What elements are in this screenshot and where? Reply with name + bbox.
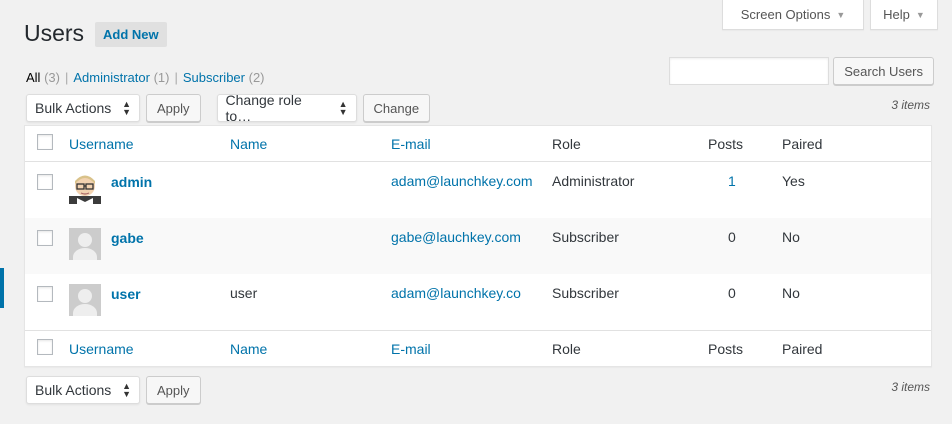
filter-administrator[interactable]: Administrator (1) (73, 70, 169, 85)
caret-down-icon: ▼ (836, 9, 846, 20)
select-arrows-icon: ▲ ▼ (122, 381, 131, 399)
user-role-filters: All (3) | Administrator (1) | Subscriber… (26, 70, 265, 85)
default-avatar-icon (69, 284, 101, 316)
column-posts: Posts (708, 135, 744, 152)
apply-button[interactable]: Apply (146, 376, 201, 404)
select-all-checkbox[interactable] (37, 134, 53, 150)
user-posts-link[interactable]: 1 (708, 172, 782, 190)
user-email-link[interactable]: adam@launchkey.com (391, 172, 552, 190)
table-row: admin adam@launchkey.com Administrator 1… (25, 162, 931, 218)
screen-options-button[interactable]: Screen Options ▼ (722, 0, 864, 30)
username-link[interactable]: gabe (111, 229, 144, 247)
row-checkbox[interactable] (37, 286, 53, 302)
table-footer: Username Name E-mail Role Posts Paired (25, 330, 931, 366)
table-row: user user adam@launchkey.co Subscriber 0… (25, 274, 931, 330)
default-avatar-icon (69, 228, 101, 260)
table-row: gabe gabe@lauchkey.com Subscriber 0 No (25, 218, 931, 274)
column-paired: Paired (782, 340, 823, 357)
table-header: Username Name E-mail Role Posts Paired (25, 126, 931, 162)
screen-options-label: Screen Options (740, 7, 831, 22)
screen-meta-links: Screen Options ▼ Help ▼ (722, 0, 938, 30)
user-email-link[interactable]: adam@launchkey.co (391, 284, 552, 302)
column-role: Role (552, 340, 581, 357)
user-role: Subscriber (552, 229, 619, 245)
username-link[interactable]: user (111, 285, 141, 303)
apply-button[interactable]: Apply (146, 94, 201, 122)
filter-subscriber[interactable]: Subscriber (2) (183, 70, 265, 85)
user-role: Administrator (552, 173, 635, 189)
users-table: Username Name E-mail Role Posts Paired a… (24, 125, 932, 367)
column-username[interactable]: Username (69, 136, 230, 152)
select-arrows-icon: ▲ ▼ (122, 99, 131, 117)
help-label: Help (883, 7, 910, 22)
custom-avatar-icon (69, 172, 101, 204)
select-all-checkbox[interactable] (37, 339, 53, 355)
change-role-select[interactable]: Change role to… ▲ ▼ (216, 92, 357, 124)
user-paired: No (782, 229, 800, 245)
filter-all[interactable]: All (3) (26, 70, 60, 85)
admin-menu-edge (0, 268, 4, 308)
column-posts: Posts (708, 340, 744, 357)
user-name: user (230, 285, 258, 301)
column-name[interactable]: Name (230, 341, 391, 357)
page-title: Users (24, 20, 85, 46)
search-users-button[interactable]: Search Users (833, 57, 934, 85)
tablenav-bottom: Bulk Actions ▲ ▼ Apply (26, 376, 201, 404)
user-posts: 0 (728, 229, 736, 245)
caret-down-icon: ▼ (915, 9, 925, 20)
row-checkbox[interactable] (37, 230, 53, 246)
help-button[interactable]: Help ▼ (870, 0, 938, 30)
user-paired: No (782, 285, 800, 301)
column-paired: Paired (782, 135, 823, 152)
bulk-actions-select[interactable]: Bulk Actions ▲ ▼ (26, 94, 140, 122)
tablenav-top: Bulk Actions ▲ ▼ Apply Change role to… ▲ ▼… (26, 92, 431, 124)
row-checkbox[interactable] (37, 174, 53, 190)
bulk-actions-select[interactable]: Bulk Actions ▲ ▼ (26, 376, 140, 404)
filter-separator: | (174, 70, 178, 85)
items-count: 3 items (891, 380, 930, 394)
select-arrows-icon: ▲ ▼ (338, 99, 348, 117)
user-role: Subscriber (552, 285, 619, 301)
user-paired: Yes (782, 173, 805, 189)
filter-separator: | (64, 70, 69, 85)
user-posts: 0 (728, 285, 736, 301)
username-link[interactable]: admin (111, 173, 152, 191)
add-new-button[interactable]: Add New (95, 22, 167, 47)
search-box: Search Users (669, 57, 934, 85)
user-email-link[interactable]: gabe@lauchkey.com (391, 228, 552, 246)
column-email[interactable]: E-mail (391, 341, 552, 357)
items-count: 3 items (891, 98, 930, 112)
column-username[interactable]: Username (69, 341, 230, 357)
column-role: Role (552, 135, 581, 152)
search-input[interactable] (669, 57, 830, 85)
column-name[interactable]: Name (230, 136, 391, 152)
column-email[interactable]: E-mail (391, 136, 552, 152)
change-role-button[interactable]: Change (362, 94, 431, 122)
